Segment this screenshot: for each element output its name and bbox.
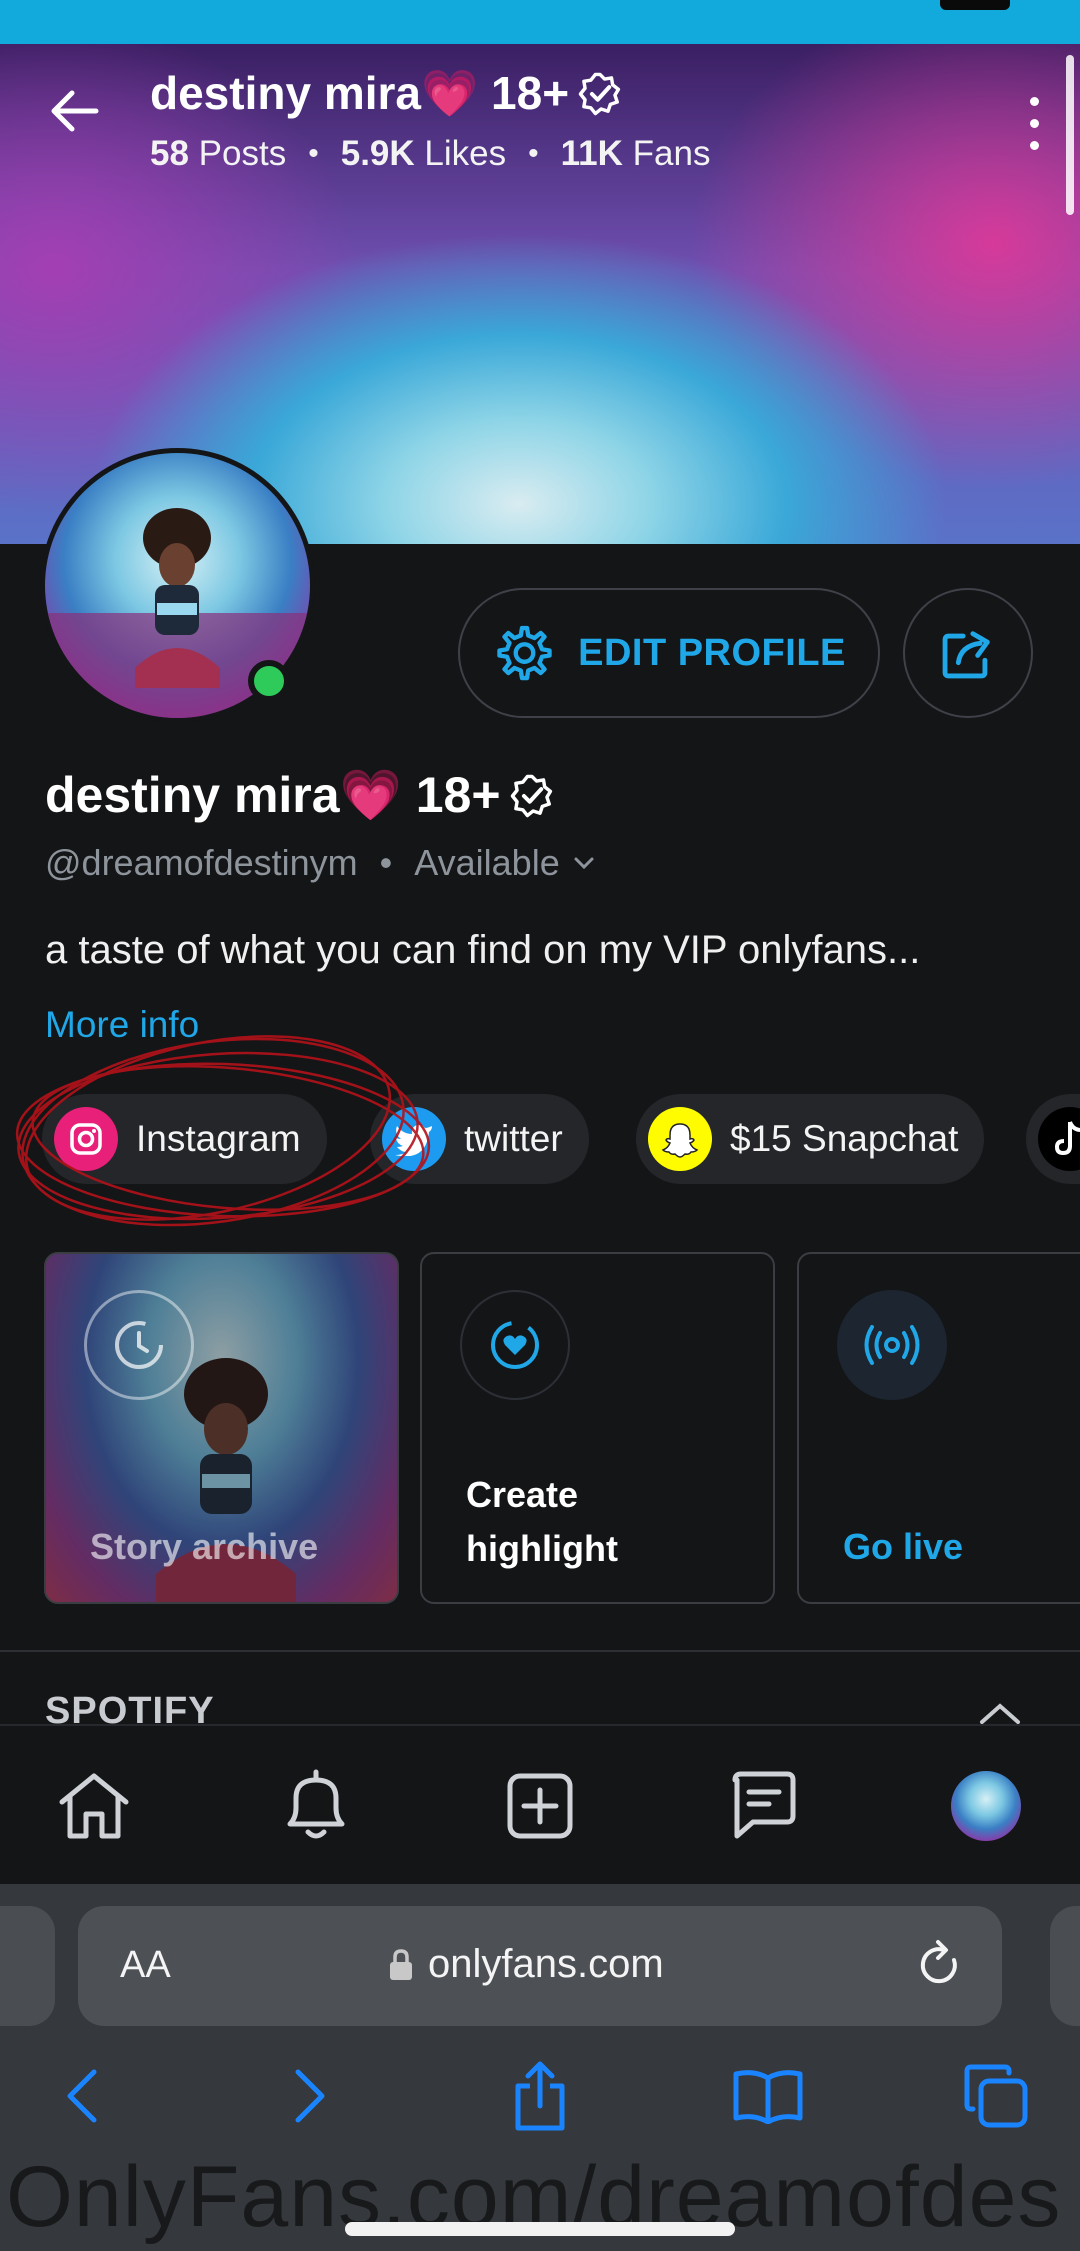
social-link-twitter[interactable]: twitter <box>370 1094 589 1184</box>
social-link-tiktok[interactable] <box>1026 1094 1080 1184</box>
back-button[interactable] <box>42 78 108 144</box>
edit-profile-label: EDIT PROFILE <box>578 631 846 674</box>
home-indicator[interactable] <box>345 2222 735 2236</box>
tiktok-icon <box>1038 1107 1080 1171</box>
username-handle: @dreamofdestinym <box>45 842 358 883</box>
stat-fans: 11K Fans <box>560 134 711 173</box>
separator: • <box>308 137 319 170</box>
arrow-left-icon <box>51 90 99 132</box>
share-button[interactable] <box>903 588 1033 718</box>
snapchat-icon <box>648 1107 712 1171</box>
card-label: Create highlight <box>466 1474 618 1569</box>
nav-profile[interactable] <box>946 1766 1026 1846</box>
section-divider <box>0 1650 1080 1652</box>
social-link-label: Instagram <box>136 1118 301 1159</box>
more-options-button[interactable] <box>1016 90 1052 156</box>
card-label: Go live <box>843 1526 964 1567</box>
profile-name-text: destiny mira💗 18+ <box>45 767 501 823</box>
heart-circle-icon <box>460 1290 570 1400</box>
battery-icon <box>940 0 1010 10</box>
lock-icon <box>390 1948 412 1980</box>
header-name-text: destiny mira💗 18+ <box>150 67 570 119</box>
go-live-card[interactable]: Go live <box>797 1252 1080 1604</box>
social-link-label: twitter <box>464 1118 563 1159</box>
online-status-dot <box>248 660 290 702</box>
browser-forward-button[interactable] <box>270 2056 350 2136</box>
chevron-up-icon[interactable] <box>978 1702 1022 1726</box>
verified-icon <box>510 774 552 817</box>
browser-share-button[interactable] <box>500 2056 580 2136</box>
broadcast-icon <box>837 1290 947 1400</box>
edit-profile-button[interactable]: EDIT PROFILE <box>458 588 880 718</box>
social-link-label: $15 Snapchat <box>730 1118 959 1159</box>
bottom-navigation <box>0 1724 1080 1884</box>
message-icon <box>732 1771 796 1839</box>
kebab-dot <box>1029 118 1039 128</box>
more-info-link[interactable]: More info <box>45 1004 199 1046</box>
chevron-left-icon <box>67 2069 97 2123</box>
browser-back-button[interactable] <box>42 2056 122 2136</box>
reader-settings-button[interactable]: AA <box>120 1944 171 1987</box>
address-bar[interactable]: AA onlyfans.com <box>78 1906 1002 2026</box>
verified-icon <box>578 72 621 115</box>
social-link-snapchat[interactable]: $15 Snapchat <box>636 1094 985 1184</box>
stat-posts: 58 Posts <box>150 134 287 173</box>
url-display: onlyfans.com <box>388 1942 664 1987</box>
section-title: SPOTIFY <box>45 1690 215 1726</box>
nav-messages[interactable] <box>724 1766 804 1846</box>
separator: • <box>379 842 393 883</box>
social-link-instagram[interactable]: Instagram <box>42 1094 327 1184</box>
twitter-icon <box>382 1107 446 1171</box>
handle-row: @dreamofdestinym • Available <box>45 842 596 884</box>
clock-icon <box>84 1290 194 1400</box>
story-archive-card[interactable]: Story archive <box>44 1252 399 1604</box>
share-icon <box>515 2061 565 2131</box>
share-icon <box>942 631 990 679</box>
header-title: destiny mira💗 18+ <box>150 66 623 121</box>
previous-tab-preview[interactable] <box>0 1906 55 2026</box>
tabs-icon <box>964 2064 1028 2128</box>
availability-dropdown[interactable]: Available <box>414 842 595 884</box>
book-icon <box>733 2070 803 2124</box>
bookmarks-button[interactable] <box>728 2056 808 2136</box>
instagram-icon <box>54 1107 118 1171</box>
chevron-down-icon <box>574 857 594 870</box>
bell-icon <box>287 1769 345 1839</box>
kebab-dot <box>1029 96 1039 106</box>
profile-name: destiny mira💗 18+ <box>45 766 555 825</box>
availability-label: Available <box>414 842 560 883</box>
url-text: onlyfans.com <box>428 1942 664 1986</box>
header-stats: 58 Posts • 5.9K Likes • 11K Fans <box>150 134 710 174</box>
reload-icon[interactable] <box>914 1938 966 1994</box>
nav-home[interactable] <box>54 1766 134 1846</box>
home-icon <box>59 1773 129 1839</box>
tabs-button[interactable] <box>956 2056 1036 2136</box>
next-tab-preview[interactable] <box>1050 1906 1080 2026</box>
bio-text: a taste of what you can find on my VIP o… <box>45 928 921 972</box>
kebab-dot <box>1029 140 1039 150</box>
nav-new-post[interactable] <box>500 1766 580 1846</box>
scrollbar[interactable] <box>1066 55 1074 215</box>
separator: • <box>528 137 539 170</box>
profile-avatar <box>951 1771 1021 1841</box>
status-bar <box>0 0 1080 44</box>
card-label: Story archive <box>90 1526 319 1567</box>
chevron-right-icon <box>295 2069 325 2123</box>
nav-notifications[interactable] <box>276 1766 356 1846</box>
create-highlight-card[interactable]: Create highlight <box>420 1252 775 1604</box>
plus-square-icon <box>507 1773 573 1839</box>
gear-icon <box>497 625 552 681</box>
browser-toolbar: AA onlyfans.com <box>0 1884 1080 2251</box>
stat-likes: 5.9K Likes <box>340 134 507 173</box>
